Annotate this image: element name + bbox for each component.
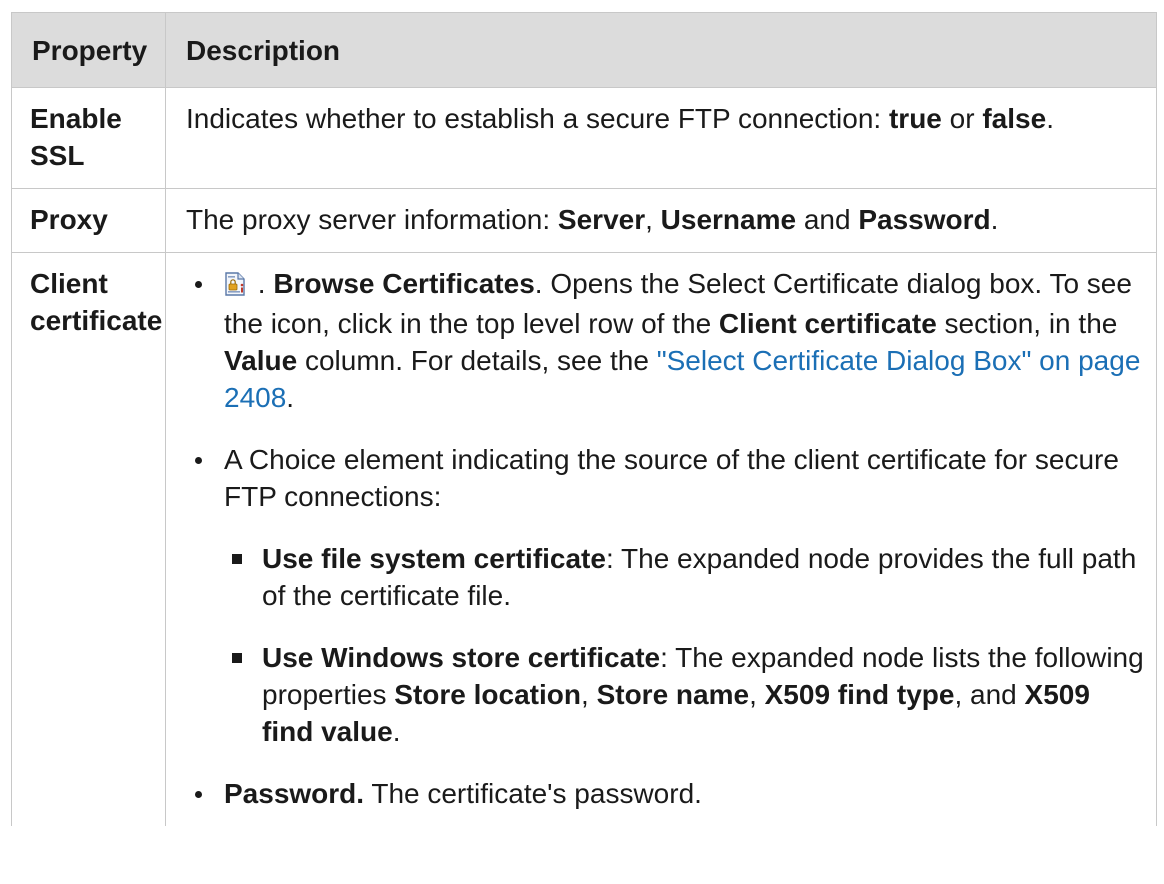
description-text: section, in the: [936, 308, 1118, 339]
property-name: Proxy: [11, 188, 166, 253]
description-text: The certificate's password.: [364, 778, 702, 809]
property-description: The proxy server information: Server, Us…: [165, 188, 1157, 253]
description-text: .: [990, 204, 999, 235]
term-server: Server: [557, 204, 646, 235]
description-text: .: [392, 716, 401, 747]
header-description: Description: [165, 12, 1157, 88]
sub-list: Use file system certificate: The expande…: [224, 540, 1148, 750]
term-client-certificate: Client certificate: [718, 308, 937, 339]
table-row-client-certificate: Client certificate . Browse Certificates…: [11, 252, 1157, 826]
list-item-browse-certificates: . Browse Certificates. Opens the Select …: [186, 265, 1148, 416]
sub-list-item-file-system: Use file system certificate: The expande…: [224, 540, 1148, 614]
description-text: or: [941, 103, 983, 134]
property-description: . Browse Certificates. Opens the Select …: [165, 252, 1157, 826]
term-password: Password.: [224, 778, 365, 809]
term-browse-certificates: Browse Certificates: [273, 268, 535, 299]
table-row-proxy: Proxy The proxy server information: Serv…: [11, 188, 1157, 253]
term-username: Username: [660, 204, 797, 235]
list-item-password: Password. The certificate's password.: [186, 775, 1148, 812]
property-name: Enable SSL: [11, 87, 166, 189]
description-text: Indicates whether to establish a secure …: [186, 103, 889, 134]
description-text: .: [286, 382, 295, 413]
description-text: and: [796, 204, 859, 235]
term-use-file-system-certificate: Use file system certificate: [262, 543, 606, 574]
table-row-enable-ssl: Enable SSL Indicates whether to establis…: [11, 87, 1157, 189]
properties-table: Property Description Enable SSL Indicate…: [11, 12, 1157, 826]
term-x509-find-type: X509 find type: [764, 679, 955, 710]
description-text: , and: [954, 679, 1025, 710]
sub-list-item-windows-store: Use Windows store certificate: The expan…: [224, 639, 1148, 750]
term-store-location: Store location: [394, 679, 581, 710]
description-text: ,: [749, 679, 765, 710]
description-text: The proxy server information:: [186, 204, 558, 235]
value-true: true: [888, 103, 942, 134]
term-use-windows-store-certificate: Use Windows store certificate: [262, 642, 661, 673]
description-text: A Choice element indicating the source o…: [224, 444, 1119, 512]
description-text: column. For details, see the: [297, 345, 657, 376]
term-store-name: Store name: [596, 679, 750, 710]
description-text: .: [1046, 103, 1054, 134]
header-property: Property: [11, 12, 166, 88]
term-value: Value: [224, 345, 298, 376]
term-password: Password: [858, 204, 991, 235]
property-name: Client certificate: [11, 252, 166, 826]
header-row: Property Description: [11, 12, 1157, 88]
description-text: ,: [581, 679, 597, 710]
list-item-choice-element: A Choice element indicating the source o…: [186, 441, 1148, 750]
description-text: ,: [645, 204, 661, 235]
property-description: Indicates whether to establish a secure …: [165, 87, 1157, 189]
browse-certificates-icon: [224, 268, 246, 305]
bullet-list: . Browse Certificates. Opens the Select …: [186, 265, 1148, 812]
description-text: .: [250, 268, 274, 299]
value-false: false: [982, 103, 1047, 134]
